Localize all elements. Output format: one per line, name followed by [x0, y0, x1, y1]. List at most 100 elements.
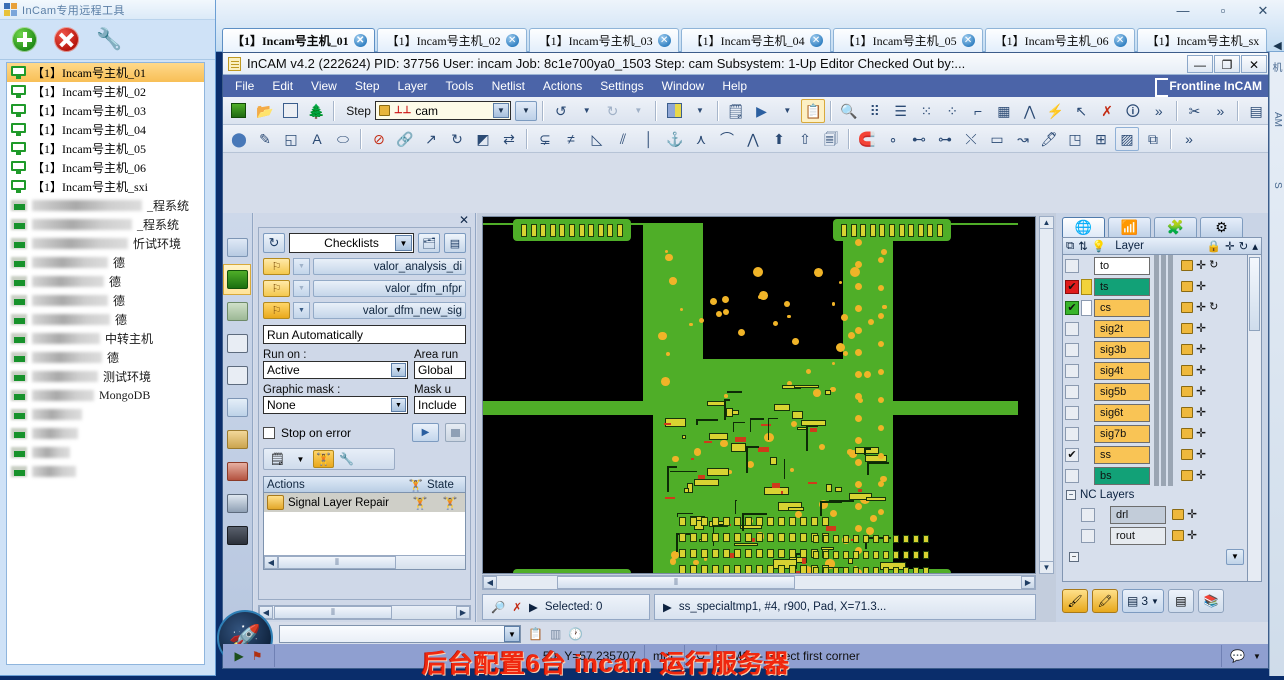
run-checklist-button[interactable]: ▶: [412, 423, 439, 442]
lock-icon[interactable]: [1181, 407, 1193, 418]
host-list-item-blurred[interactable]: [7, 424, 204, 443]
layer-row-drl[interactable]: drl ✛: [1063, 504, 1247, 525]
checklists-panel-button[interactable]: [223, 264, 251, 295]
tab-close-icon[interactable]: ✕: [657, 34, 671, 47]
undo-dropdown-icon[interactable]: ▼: [575, 99, 599, 123]
select-points-icon[interactable]: ⠿: [863, 99, 887, 123]
host-list-item-blurred[interactable]: [7, 462, 204, 481]
select-actions-icon[interactable]: 🗒: [267, 450, 288, 468]
display-mode-button[interactable]: 🖌: [1062, 589, 1088, 613]
round-end-icon[interactable]: ⊷: [907, 127, 931, 151]
chamfer-icon[interactable]: ◺: [585, 127, 609, 151]
add-line-icon[interactable]: ✎: [253, 127, 277, 151]
new-checklist-icon[interactable]: 🗂: [418, 233, 440, 253]
menu-view[interactable]: View: [303, 77, 345, 95]
collapse-icon[interactable]: −: [1069, 551, 1079, 562]
photo-panel-button[interactable]: [223, 488, 251, 519]
step-selector[interactable]: Step ⊥⊥ cam ▼ ▼: [346, 100, 537, 121]
host-list-item-blurred[interactable]: 德: [7, 272, 204, 291]
menu-settings[interactable]: Settings: [592, 77, 651, 95]
step-combo-box[interactable]: ⊥⊥ cam ▼: [374, 101, 511, 120]
table-row[interactable]: Signal Layer Repair 🏋 🏋: [264, 493, 465, 512]
layer-row-sig3b[interactable]: sig3b ✛: [1063, 339, 1247, 360]
tab-close-icon[interactable]: ✕: [353, 34, 367, 47]
tab-attributes[interactable]: ⚙: [1200, 217, 1243, 237]
flag-icon[interactable]: ⚑: [252, 649, 263, 663]
layer-row-sig2t[interactable]: sig2t ✛: [1063, 318, 1247, 339]
scroll-up-icon[interactable]: ▲: [1040, 217, 1053, 229]
host-list-item-blurred[interactable]: 德: [7, 310, 204, 329]
move-feature-icon[interactable]: ↗: [419, 127, 443, 151]
layer-row-sig6t[interactable]: sig6t ✛: [1063, 402, 1247, 423]
host-list-item-blurred[interactable]: [7, 443, 204, 462]
layer-display-checkbox[interactable]: [1065, 321, 1079, 336]
overflow-2-icon[interactable]: »: [1208, 99, 1232, 123]
lock-icon[interactable]: [1181, 386, 1193, 397]
add-host-button[interactable]: [12, 26, 38, 53]
checklist-row-2[interactable]: ⚐ ▼ valor_dfm_nfpr: [263, 280, 466, 297]
collapse-icon[interactable]: ▴: [1252, 239, 1258, 253]
lock-icon[interactable]: [1181, 470, 1193, 481]
lock-icon[interactable]: [1181, 428, 1193, 439]
scroll-right-icon[interactable]: ▶: [456, 606, 470, 619]
select-lines-icon[interactable]: ☰: [889, 99, 913, 123]
host-list-item-4[interactable]: 【1】Incam号主机_04: [7, 120, 204, 139]
slash-icon[interactable]: ⫽: [611, 127, 635, 151]
layer-row-rout[interactable]: rout ✛: [1063, 525, 1247, 546]
copy-layer-icon[interactable]: 🗐: [819, 127, 843, 151]
session-tab-7[interactable]: 【1】Incam号主机_sx: [1136, 28, 1268, 52]
close-icon[interactable]: ✕: [459, 213, 469, 227]
layer-display-checkbox[interactable]: [1065, 342, 1079, 357]
session-tab-5[interactable]: 【1】Incam号主机_05 ✕: [832, 28, 983, 52]
merge-icon[interactable]: ⋏: [689, 127, 713, 151]
layers-more-row[interactable]: − ▼: [1063, 546, 1247, 567]
curve-icon[interactable]: ↝: [1011, 127, 1035, 151]
tab-netlist[interactable]: 🧩: [1154, 217, 1197, 237]
color-palette-icon[interactable]: [662, 99, 686, 123]
host-list-item-2[interactable]: 【1】Incam号主机_02: [7, 82, 204, 101]
canvas-vertical-scrollbar[interactable]: ▲ ▼: [1039, 216, 1054, 574]
cut-icon[interactable]: ✂: [1183, 99, 1207, 123]
scroll-thumb[interactable]: ⦀: [278, 556, 396, 569]
tab-close-icon[interactable]: ✕: [961, 34, 975, 47]
script-icon[interactable]: 🗒: [724, 99, 748, 123]
session-tab-1[interactable]: 【1】Incam号主机_01 ✕: [222, 28, 375, 52]
pen-icon[interactable]: 🖊: [1037, 127, 1061, 151]
chevron-down-icon[interactable]: ▼: [395, 235, 412, 251]
layers-stack-icon[interactable]: ▤: [1244, 99, 1268, 123]
scroll-thumb[interactable]: [1249, 257, 1260, 331]
run-icon[interactable]: 🏋: [409, 496, 431, 510]
layer-display-checkbox[interactable]: [1081, 507, 1095, 522]
session-tab-6[interactable]: 【1】Incam号主机_06 ✕: [984, 28, 1135, 52]
layer-display-checkbox[interactable]: [1065, 405, 1079, 420]
add-surface-icon[interactable]: ◱: [279, 127, 303, 151]
step-history-button[interactable]: ▼: [514, 100, 537, 121]
menu-edit[interactable]: Edit: [264, 77, 301, 95]
tab-layers[interactable]: 🌐: [1062, 217, 1105, 237]
pin-icon[interactable]: ⚐: [263, 302, 290, 319]
move-icon[interactable]: ✛: [1196, 448, 1206, 460]
redo-icon[interactable]: ↻: [601, 99, 625, 123]
pin-icon[interactable]: ⚐: [263, 258, 290, 275]
rotate-icon[interactable]: ↻: [1209, 302, 1218, 313]
scroll-thumb[interactable]: ⦀: [557, 576, 795, 589]
refresh-icon[interactable]: ↻: [263, 233, 285, 253]
command-input[interactable]: ▼: [279, 625, 521, 643]
rotate-icon[interactable]: ↻: [1209, 260, 1218, 271]
layer-row-ss[interactable]: ✔ ss ✛: [1063, 444, 1247, 465]
menu-netlist[interactable]: Netlist: [484, 77, 533, 95]
layer-count-selector[interactable]: ▤ 3 ▼: [1122, 589, 1164, 613]
layer-row-cs[interactable]: ✔ cs ✛ ↻: [1063, 297, 1247, 318]
import-panel-button[interactable]: [223, 232, 251, 263]
tab-close-icon[interactable]: ✕: [505, 34, 519, 47]
expand-icon[interactable]: ▶: [529, 600, 538, 614]
rotate-feature-icon[interactable]: ↻: [445, 127, 469, 151]
host-list-item-blurred[interactable]: 德: [7, 253, 204, 272]
arc-up-icon[interactable]: ⌒: [715, 127, 739, 151]
copy-feature-icon[interactable]: 🔗: [393, 127, 417, 151]
measure-icon[interactable]: ⌐: [966, 99, 990, 123]
layer-row-to[interactable]: to ✛ ↻: [1063, 255, 1247, 276]
lock-icon[interactable]: [1181, 323, 1193, 334]
tab-prev-icon[interactable]: ◀: [1273, 39, 1281, 52]
add-layer-panel-button[interactable]: [223, 296, 251, 327]
